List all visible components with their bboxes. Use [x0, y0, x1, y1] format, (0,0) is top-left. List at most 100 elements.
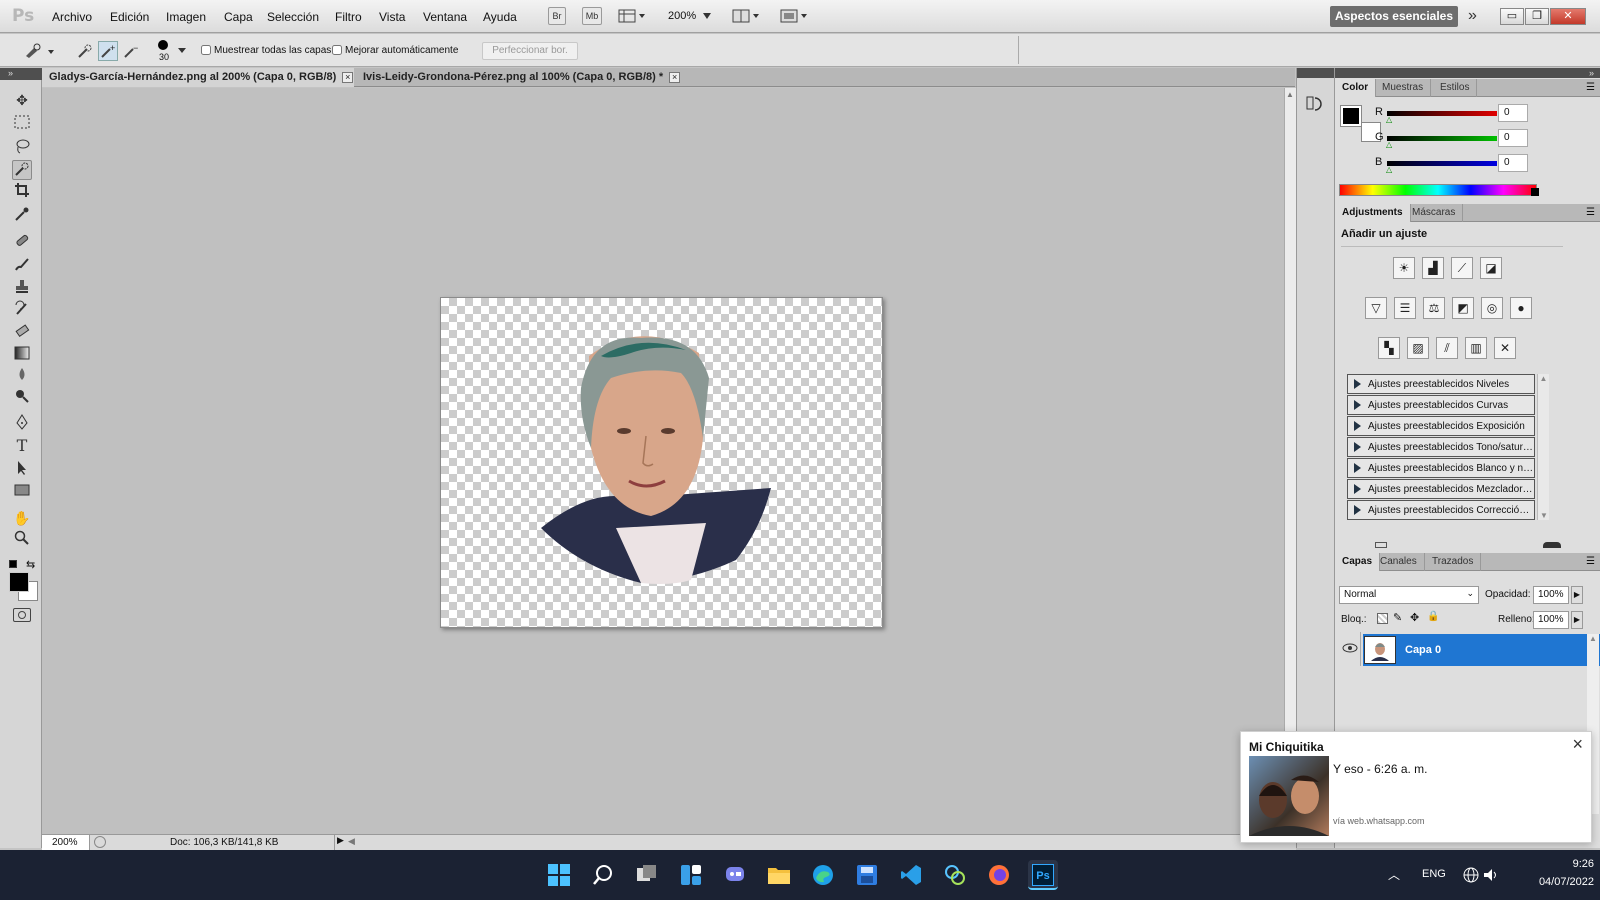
document-tab[interactable]: Gladys-García-Hernández.png al 200% (Cap… — [42, 68, 354, 87]
black-white-icon[interactable]: ◩ — [1452, 297, 1474, 319]
zoom-level[interactable]: 200% — [668, 10, 696, 22]
menu-seleccion[interactable]: Selección — [267, 10, 319, 24]
red-slider-thumb-icon[interactable]: △ — [1386, 115, 1392, 124]
lasso-tool-icon[interactable] — [12, 138, 32, 158]
posterize-icon[interactable]: ▨ — [1407, 337, 1429, 359]
move-tool-icon[interactable]: ✥ — [12, 90, 32, 110]
preset-item[interactable]: Ajustes preestablecidos Corrección selec… — [1347, 500, 1535, 520]
task-view-icon[interactable] — [632, 860, 662, 890]
opacity-input[interactable]: 100% — [1533, 586, 1569, 604]
blue-slider-thumb-icon[interactable]: △ — [1386, 165, 1392, 174]
preset-item[interactable]: Ajustes preestablecidos Exposición — [1347, 416, 1535, 436]
green-slider-thumb-icon[interactable]: △ — [1386, 140, 1392, 149]
scroll-left-icon[interactable]: ◀ — [348, 836, 355, 847]
vscode-icon[interactable] — [896, 860, 926, 890]
red-value-input[interactable]: 0 — [1498, 104, 1528, 122]
menu-edicion[interactable]: Edición — [110, 10, 149, 24]
blue-value-input[interactable]: 0 — [1498, 154, 1528, 172]
healing-brush-tool-icon[interactable] — [12, 232, 32, 252]
preset-item[interactable]: Ajustes preestablecidos Curvas — [1347, 395, 1535, 415]
eyedropper-tool-icon[interactable] — [12, 206, 32, 226]
menu-filtro[interactable]: Filtro — [335, 10, 362, 24]
workspace-switcher[interactable]: Aspectos esenciales — [1330, 6, 1458, 27]
fill-input[interactable]: 100% — [1533, 611, 1569, 629]
new-selection-icon[interactable] — [76, 42, 94, 60]
menu-ayuda[interactable]: Ayuda — [483, 10, 517, 24]
lock-all-icon[interactable]: 🔒 — [1427, 611, 1439, 622]
history-panel-icon[interactable] — [1305, 94, 1325, 114]
save-app-icon[interactable] — [852, 860, 882, 890]
volume-icon[interactable] — [1482, 866, 1500, 884]
preset-item[interactable]: Ajustes preestablecidos Mezclador de can… — [1347, 479, 1535, 499]
red-slider[interactable] — [1387, 111, 1497, 116]
panel-menu-icon[interactable]: ☰ — [1586, 207, 1595, 218]
preset-item[interactable]: Ajustes preestablecidos Tono/saturación — [1347, 437, 1535, 457]
threshold-icon[interactable]: ⫽ — [1436, 337, 1458, 359]
lock-transparency-icon[interactable] — [1377, 613, 1388, 624]
green-slider[interactable] — [1387, 136, 1497, 141]
close-button[interactable]: ✕ — [1550, 8, 1586, 25]
type-tool-icon[interactable]: T — [12, 436, 32, 456]
clock-time[interactable]: 9:26 — [1550, 858, 1594, 870]
scroll-up-icon[interactable]: ▲ — [1538, 374, 1549, 383]
brush-dropdown-icon[interactable] — [178, 48, 186, 53]
strip-header[interactable] — [1297, 68, 1335, 78]
fill-arrow-icon[interactable]: ▶ — [1571, 611, 1583, 629]
hand-tool-icon[interactable]: ✋ — [12, 508, 32, 528]
quick-mask-icon[interactable] — [13, 608, 31, 622]
lock-pixels-icon[interactable]: ✎ — [1393, 611, 1402, 624]
collapse-dock-icon[interactable]: » — [1589, 68, 1594, 78]
swap-colors-icon[interactable]: ⇆ — [26, 558, 35, 571]
close-tab-icon[interactable]: × — [669, 72, 681, 83]
curves-icon[interactable]: ⟋ — [1451, 257, 1473, 279]
arrange-documents-button[interactable] — [732, 8, 760, 24]
menu-ventana[interactable]: Ventana — [423, 10, 467, 24]
chat-icon[interactable] — [720, 860, 750, 890]
color-balance-icon[interactable]: ⚖ — [1423, 297, 1445, 319]
gradient-tool-icon[interactable] — [12, 345, 32, 365]
firefox-icon[interactable] — [984, 860, 1014, 890]
screen-mode-button[interactable] — [780, 8, 808, 24]
mini-bridge-button[interactable]: Mb — [582, 7, 602, 25]
return-icon[interactable] — [1375, 542, 1387, 548]
selective-color-icon[interactable]: ✕ — [1494, 337, 1516, 359]
bridge-button[interactable]: Br — [548, 7, 566, 25]
menu-imagen[interactable]: Imagen — [166, 10, 206, 24]
chevron-up-icon[interactable]: ︿ — [1388, 866, 1400, 883]
photoshop-taskbar-icon[interactable]: Ps — [1028, 860, 1058, 890]
scroll-down-icon[interactable]: ▼ — [1538, 511, 1550, 520]
minimize-button[interactable]: ▭ — [1500, 8, 1524, 25]
presets-scrollbar[interactable]: ▲ ▼ — [1537, 374, 1549, 520]
color-spectrum-ramp[interactable] — [1339, 184, 1537, 196]
brightness-contrast-icon[interactable]: ☀ — [1393, 257, 1415, 279]
layer-name[interactable]: Capa 0 — [1405, 644, 1441, 656]
menu-archivo[interactable]: Archivo — [52, 10, 92, 24]
widgets-icon[interactable] — [676, 860, 706, 890]
close-tab-icon[interactable]: × — [342, 72, 354, 83]
tab-masks[interactable]: Máscaras — [1405, 204, 1464, 222]
scroll-up-icon[interactable]: ▲ — [1286, 90, 1294, 99]
view-extras-button[interactable] — [618, 8, 646, 24]
vertical-scrollbar[interactable]: ▲ — [1284, 88, 1296, 835]
lock-position-icon[interactable]: ✥ — [1410, 611, 1419, 624]
edge-icon[interactable] — [808, 860, 838, 890]
sample-all-layers-checkbox[interactable]: Muestrear todas las capas — [201, 45, 331, 56]
black-swatch[interactable] — [1531, 188, 1539, 196]
marquee-tool-icon[interactable] — [12, 114, 32, 134]
quick-selection-tool-icon[interactable] — [12, 160, 32, 180]
close-icon[interactable]: × — [1572, 734, 1583, 755]
subtract-from-selection-icon[interactable]: − — [122, 42, 140, 60]
panel-menu-icon[interactable]: ☰ — [1586, 556, 1595, 567]
restore-button[interactable]: ❐ — [1525, 8, 1549, 25]
toolbox-header[interactable] — [0, 68, 42, 80]
opacity-arrow-icon[interactable]: ▶ — [1571, 586, 1583, 604]
rectangle-tool-icon[interactable] — [12, 482, 32, 502]
sample-all-layers-input[interactable] — [201, 45, 211, 56]
tab-styles[interactable]: Estilos — [1433, 79, 1478, 97]
foreground-swatch[interactable] — [1340, 105, 1362, 127]
path-selection-tool-icon[interactable] — [12, 460, 32, 480]
search-icon[interactable] — [588, 860, 618, 890]
default-colors-icon[interactable] — [9, 560, 17, 568]
network-icon[interactable] — [1462, 866, 1480, 884]
history-brush-tool-icon[interactable] — [12, 300, 32, 320]
